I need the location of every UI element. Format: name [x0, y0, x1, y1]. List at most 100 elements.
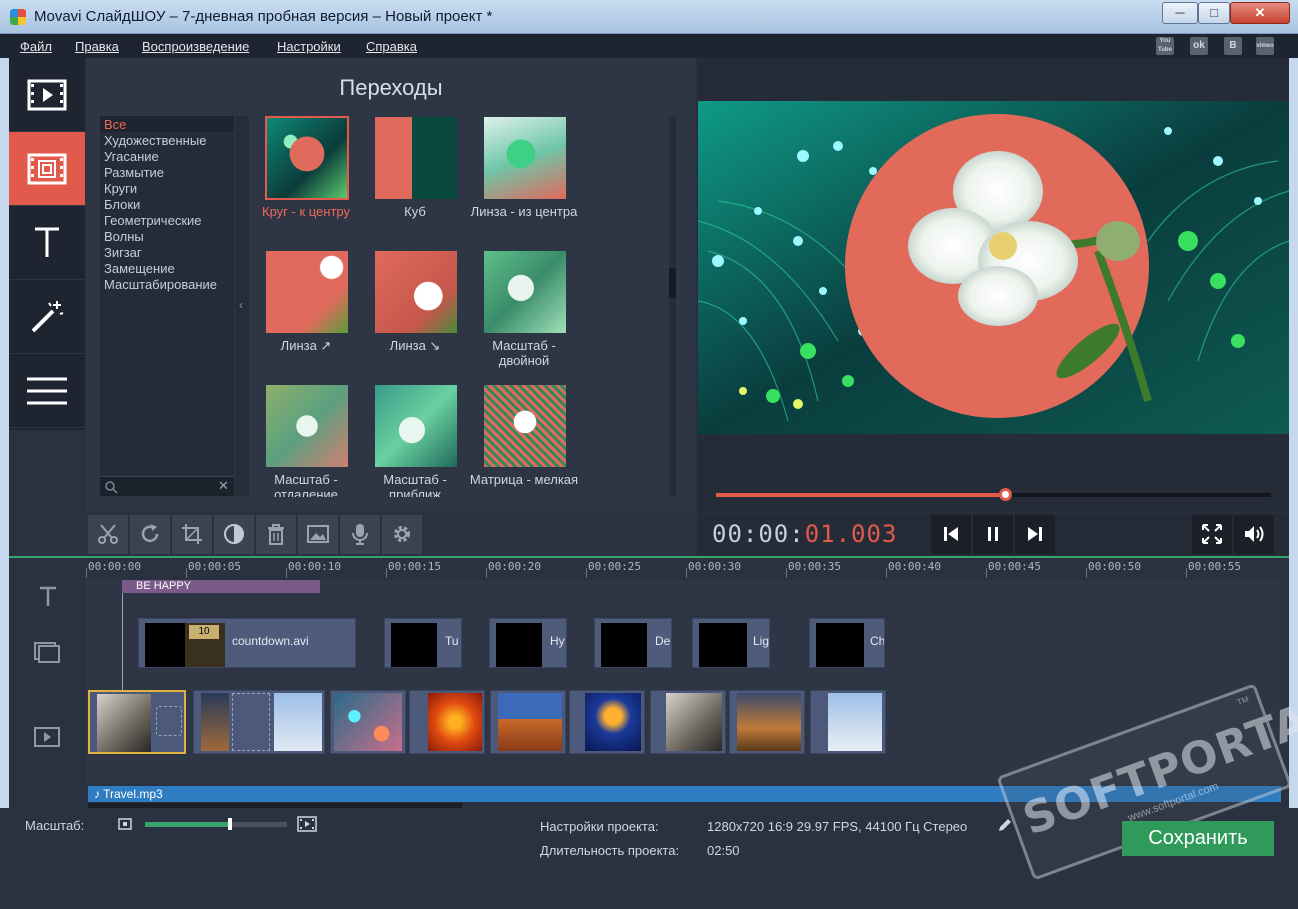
text-tab[interactable]: [9, 206, 85, 280]
photo-clip[interactable]: [729, 690, 805, 754]
color-adjust-button[interactable]: [214, 515, 255, 554]
record-voice-button[interactable]: [340, 515, 381, 554]
vkontakte-icon[interactable]: B: [1224, 37, 1242, 55]
category-fade[interactable]: Угасание: [104, 149, 159, 164]
clip-label: Tu: [445, 634, 459, 648]
image-button[interactable]: [298, 515, 339, 554]
photo-clip[interactable]: [330, 690, 406, 754]
search-clear-icon[interactable]: ✕: [218, 478, 229, 494]
photo-clip[interactable]: [569, 690, 645, 754]
preview-video[interactable]: [698, 101, 1289, 434]
photo-clip[interactable]: [193, 690, 325, 754]
next-frame-button[interactable]: [1015, 515, 1055, 554]
thumbnails-scrollbar-thumb[interactable]: [669, 268, 676, 298]
category-replacement[interactable]: Замещение: [104, 261, 175, 276]
zoom-out-icon[interactable]: [118, 818, 132, 830]
volume-icon: [1245, 526, 1264, 542]
category-waves[interactable]: Волны: [104, 229, 144, 244]
category-scaling[interactable]: Масштабирование: [104, 277, 217, 292]
transition-marker-icon[interactable]: [156, 706, 182, 736]
edit-pencil-icon[interactable]: [997, 817, 1013, 833]
ruler-tick-label: 00:00:40: [888, 560, 941, 573]
category-artistic[interactable]: Художественные: [104, 133, 206, 148]
transition-thumb-scale-double[interactable]: [484, 251, 566, 333]
photo-clip[interactable]: [490, 690, 566, 754]
photo-thumbnail-desert: [498, 693, 562, 751]
effects-tab[interactable]: [9, 280, 85, 354]
category-all[interactable]: Все: [104, 117, 126, 132]
photo-clip[interactable]: [409, 690, 485, 754]
menu-help[interactable]: Справка: [366, 39, 417, 54]
photo-clip[interactable]: [650, 690, 726, 754]
transition-thumb-lens-from-center[interactable]: [484, 117, 566, 199]
crop-button[interactable]: [172, 515, 213, 554]
thumbnails-scrollbar[interactable]: [669, 116, 676, 496]
transition-thumb-matrix-small[interactable]: [484, 385, 566, 467]
minimize-button[interactable]: ─: [1162, 2, 1198, 24]
transition-thumb-circle-center[interactable]: [265, 116, 349, 200]
video-clip[interactable]: Ch: [809, 618, 885, 668]
category-blur[interactable]: Размытие: [104, 165, 164, 180]
close-button[interactable]: ✕: [1230, 2, 1290, 24]
media-tab[interactable]: [9, 58, 85, 132]
pause-icon: [988, 527, 998, 541]
clip-label: Ch: [870, 634, 884, 648]
zoom-in-icon[interactable]: [297, 816, 317, 832]
vimeo-icon[interactable]: vimeo: [1256, 37, 1274, 55]
video-track-header: [9, 617, 85, 687]
transition-label: Круг - к центру: [262, 204, 350, 219]
settings-button[interactable]: [382, 515, 423, 554]
video-clip[interactable]: 10 countdown.avi: [138, 618, 356, 668]
transition-thumb-cube[interactable]: [375, 117, 457, 199]
delete-button[interactable]: [256, 515, 297, 554]
photo-clip-selected[interactable]: [88, 690, 186, 754]
menu-playback[interactable]: Воспроизведение: [142, 39, 249, 54]
fullscreen-button[interactable]: [1192, 515, 1232, 554]
menu-file[interactable]: Файл: [20, 39, 52, 54]
clip-thumbnail: [699, 623, 747, 667]
transition-thumb-lens-down[interactable]: [375, 251, 457, 333]
cut-button[interactable]: [88, 515, 129, 554]
rotate-button[interactable]: [130, 515, 171, 554]
more-tab[interactable]: [9, 354, 85, 428]
menu-settings[interactable]: Настройки: [277, 39, 341, 54]
ruler-tick: [786, 568, 787, 578]
odnoklassniki-icon[interactable]: ok: [1190, 37, 1208, 55]
playhead-line[interactable]: [122, 580, 123, 690]
collapse-categories-button[interactable]: ‹: [235, 116, 249, 496]
youtube-icon[interactable]: You Tube: [1156, 37, 1174, 55]
video-clip[interactable]: Hy: [489, 618, 567, 668]
category-geometric[interactable]: Геометрические: [104, 213, 202, 228]
video-clip[interactable]: Tu: [384, 618, 462, 668]
save-button[interactable]: Сохранить: [1122, 821, 1274, 856]
settings-gear-icon: [394, 526, 410, 542]
photo-thumbnail-jellyfish: [585, 693, 641, 751]
maximize-button[interactable]: □: [1198, 2, 1230, 24]
transition-thumb-scale-in[interactable]: [375, 385, 457, 467]
transition-marker-icon[interactable]: [232, 693, 270, 751]
category-circles[interactable]: Круги: [104, 181, 137, 196]
previous-frame-button[interactable]: [931, 515, 971, 554]
delete-icon: [268, 524, 284, 545]
category-blocks[interactable]: Блоки: [104, 197, 140, 212]
volume-button[interactable]: [1234, 515, 1274, 554]
video-clip[interactable]: De: [594, 618, 672, 668]
pause-button[interactable]: [973, 515, 1013, 554]
transition-thumb-lens-up[interactable]: [266, 251, 348, 333]
category-zigzag[interactable]: Зигзаг: [104, 245, 142, 260]
rotate-icon: [141, 524, 159, 543]
ruler-tick-label: 00:00:35: [788, 560, 841, 573]
window-frame-left: [0, 58, 9, 876]
playback-progress-knob[interactable]: [998, 488, 1012, 501]
transitions-tab[interactable]: [9, 132, 85, 206]
transition-thumb-scale-out[interactable]: [266, 385, 348, 467]
title-clip[interactable]: BE HAPPY: [122, 580, 320, 593]
video-clip[interactable]: Lig: [692, 618, 770, 668]
microphone-icon: [352, 524, 368, 545]
menu-edit[interactable]: Правка: [75, 39, 119, 54]
category-list: Все Художественные Угасание Размытие Кру…: [100, 116, 234, 494]
photo-clip[interactable]: [810, 690, 886, 754]
category-search-input[interactable]: ✕: [100, 476, 234, 496]
timecode-dim: 00:00:: [712, 520, 805, 548]
scale-slider-knob[interactable]: [228, 818, 233, 830]
